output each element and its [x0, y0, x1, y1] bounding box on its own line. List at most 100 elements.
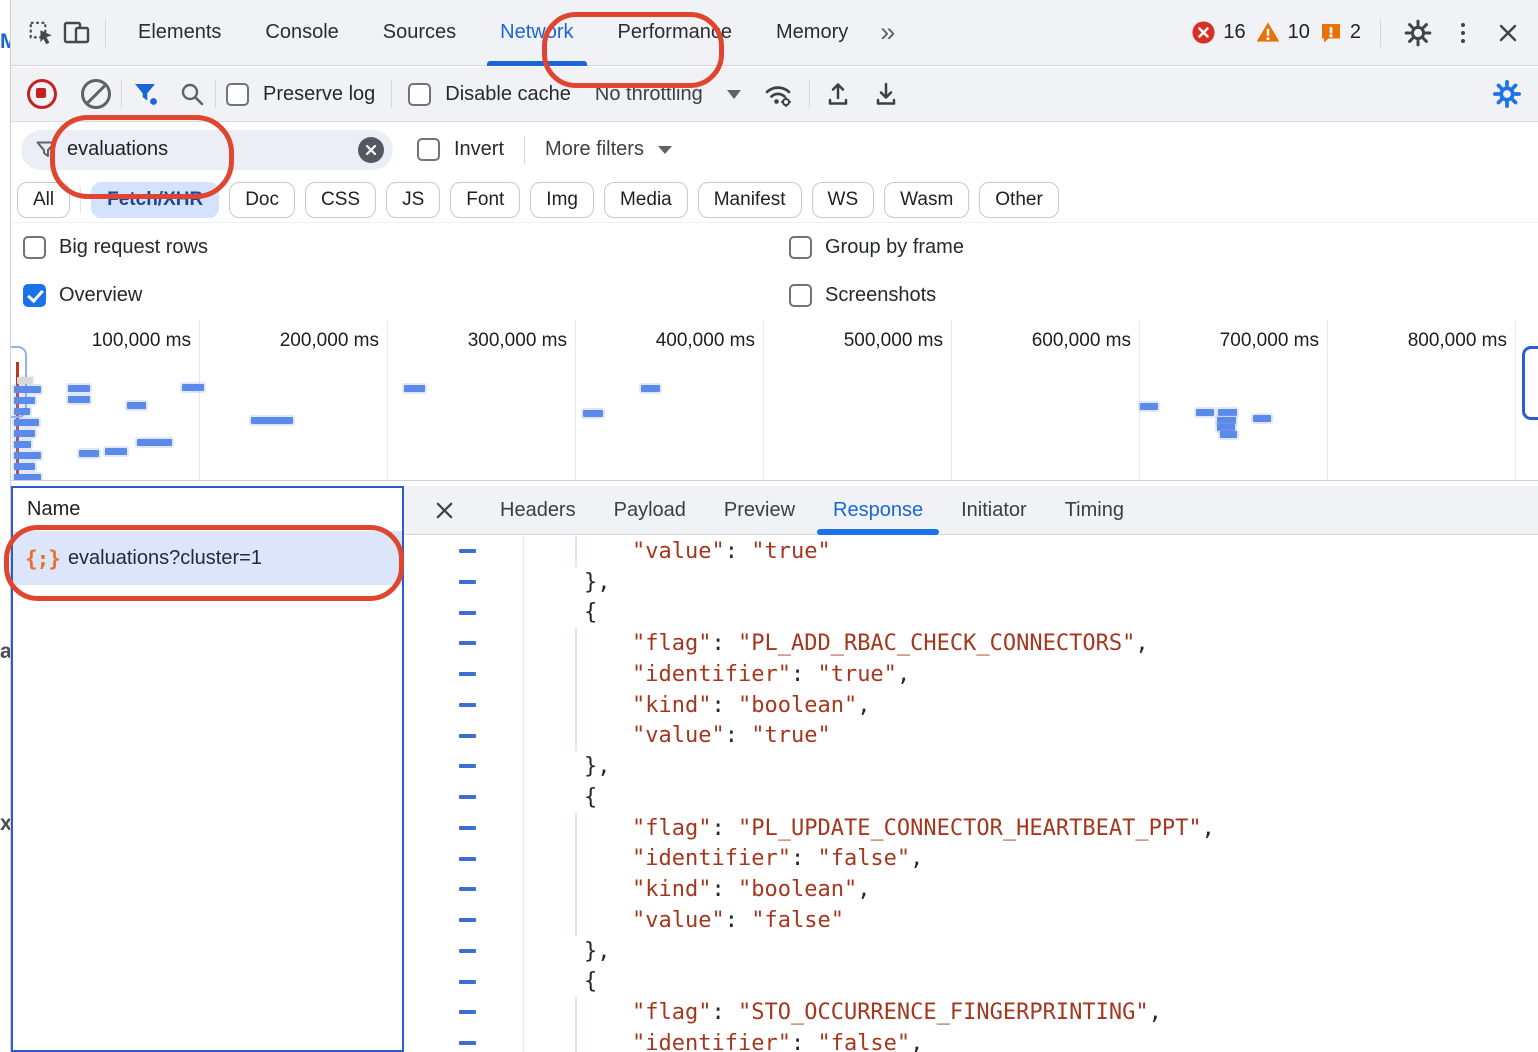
- timeline-request-bar: [79, 450, 99, 457]
- filter-funnel-icon: [35, 140, 57, 160]
- fold-marker-icon[interactable]: [459, 826, 476, 830]
- tab-memory[interactable]: Memory: [754, 0, 870, 66]
- chip-css[interactable]: CSS: [305, 182, 376, 218]
- fold-marker-icon[interactable]: [459, 641, 476, 645]
- chip-all[interactable]: All: [17, 182, 70, 218]
- code-text: "flag": "STO_OCCURRENCE_FINGERPRINTING",: [524, 997, 1538, 1028]
- device-toolbar-icon[interactable]: [59, 15, 95, 51]
- fold-marker-icon[interactable]: [459, 580, 476, 584]
- chip-other[interactable]: Other: [979, 182, 1059, 218]
- timeline-request-bar: [68, 385, 90, 392]
- fold-marker-icon[interactable]: [459, 549, 476, 553]
- fold-marker-icon[interactable]: [459, 795, 476, 799]
- export-har-icon[interactable]: [872, 80, 900, 108]
- chip-doc[interactable]: Doc: [229, 182, 295, 218]
- detail-tab-payload[interactable]: Payload: [595, 486, 705, 535]
- overview-checkbox[interactable]: [23, 284, 46, 307]
- error-badge[interactable]: 16: [1191, 20, 1245, 45]
- chip-wasm[interactable]: Wasm: [884, 182, 969, 218]
- screenshots-option[interactable]: Screenshots: [789, 284, 936, 307]
- fold-marker-icon[interactable]: [459, 672, 476, 676]
- fold-marker-icon[interactable]: [459, 949, 476, 953]
- filter-icon[interactable]: [132, 81, 159, 107]
- inspect-element-icon[interactable]: [23, 15, 59, 51]
- tab-console[interactable]: Console: [243, 0, 360, 66]
- chip-img[interactable]: Img: [530, 182, 594, 218]
- tab-network[interactable]: Network: [478, 0, 595, 66]
- chip-ws[interactable]: WS: [812, 182, 875, 218]
- detail-tab-preview[interactable]: Preview: [705, 486, 814, 535]
- warning-badge[interactable]: 10: [1255, 20, 1310, 45]
- code-line: {: [404, 967, 1538, 998]
- more-filters-button[interactable]: More filters: [545, 138, 644, 161]
- detail-tab-response[interactable]: Response: [814, 486, 942, 535]
- timeline-request-bar: [1217, 424, 1235, 431]
- big-request-rows-checkbox[interactable]: [23, 236, 46, 259]
- timeline-request-bar: [1218, 409, 1237, 416]
- invert-checkbox[interactable]: [417, 138, 440, 161]
- name-column-header[interactable]: Name: [13, 488, 402, 532]
- chip-media[interactable]: Media: [604, 182, 688, 218]
- settings-gear-icon[interactable]: [1400, 15, 1436, 51]
- throttling-caret-icon[interactable]: [727, 90, 741, 99]
- clear-network-log-icon[interactable]: [81, 79, 111, 109]
- request-row[interactable]: {;}evaluations?cluster=1: [13, 532, 402, 585]
- fold-marker-icon[interactable]: [459, 980, 476, 984]
- fold-marker-icon[interactable]: [459, 734, 476, 738]
- close-devtools-icon[interactable]: [1490, 15, 1526, 51]
- more-filters-caret-icon[interactable]: [658, 146, 672, 154]
- chip-font[interactable]: Font: [450, 182, 520, 218]
- fold-marker-icon[interactable]: [459, 1010, 476, 1014]
- devtools-screenshot: Max ElementsConsoleSourcesNetworkPerform…: [0, 0, 1538, 1052]
- chip-manifest[interactable]: Manifest: [698, 182, 802, 218]
- preserve-log-label: Preserve log: [263, 83, 375, 106]
- detail-tab-headers[interactable]: Headers: [481, 486, 595, 535]
- network-overview-timeline[interactable]: 100,000 ms200,000 ms300,000 ms400,000 ms…: [11, 320, 1538, 481]
- screenshots-checkbox[interactable]: [789, 284, 812, 307]
- detail-tab-initiator[interactable]: Initiator: [942, 486, 1046, 535]
- filter-query-text[interactable]: evaluations: [67, 138, 168, 161]
- code-line: },: [404, 567, 1538, 598]
- close-detail-icon[interactable]: [434, 500, 455, 521]
- network-conditions-icon[interactable]: [761, 79, 795, 109]
- chip-fetch-xhr[interactable]: Fetch/XHR: [91, 182, 219, 218]
- more-panels-icon[interactable]: »: [870, 17, 905, 48]
- fold-marker-icon[interactable]: [459, 764, 476, 768]
- big-request-rows-option[interactable]: Big request rows: [23, 236, 208, 259]
- fold-marker-icon[interactable]: [459, 918, 476, 922]
- tab-performance[interactable]: Performance: [596, 0, 755, 66]
- overview-option[interactable]: Overview: [23, 284, 142, 307]
- fold-marker-icon[interactable]: [459, 611, 476, 615]
- issues-icon: [1319, 21, 1343, 45]
- warning-icon: [1255, 20, 1281, 45]
- response-body-viewer[interactable]: "value": "true"},{"flag": "PL_ADD_RBAC_C…: [404, 536, 1538, 1052]
- kebab-menu-icon[interactable]: [1445, 15, 1481, 51]
- timeline-tick-label: 500,000 ms: [783, 330, 943, 352]
- tab-sources[interactable]: Sources: [361, 0, 478, 66]
- import-har-icon[interactable]: [824, 80, 852, 108]
- group-by-frame-option[interactable]: Group by frame: [789, 236, 964, 259]
- requests-panel: Name {;}evaluations?cluster=1: [11, 486, 404, 1052]
- fold-marker-icon[interactable]: [459, 857, 476, 861]
- warning-count: 10: [1288, 21, 1310, 44]
- filter-input[interactable]: evaluations: [21, 130, 393, 170]
- detail-tab-timing[interactable]: Timing: [1046, 486, 1143, 535]
- issues-badge[interactable]: 2: [1319, 21, 1361, 45]
- fold-marker-icon[interactable]: [459, 1041, 476, 1045]
- throttling-select[interactable]: No throttling: [595, 83, 703, 106]
- fold-marker-icon[interactable]: [459, 703, 476, 707]
- preserve-log-checkbox[interactable]: [226, 83, 249, 106]
- network-settings-gear-icon[interactable]: [1492, 79, 1522, 109]
- timeline-request-bar: [404, 385, 425, 392]
- tab-elements[interactable]: Elements: [116, 0, 243, 66]
- chip-js[interactable]: JS: [386, 182, 440, 218]
- timeline-right-grip[interactable]: [1522, 346, 1538, 420]
- clear-filter-icon[interactable]: [358, 137, 384, 163]
- group-by-frame-checkbox[interactable]: [789, 236, 812, 259]
- code-text: },: [524, 751, 1538, 782]
- record-network-log-icon[interactable]: [27, 79, 57, 109]
- code-line: "flag": "PL_ADD_RBAC_CHECK_CONNECTORS",: [404, 628, 1538, 659]
- fold-marker-icon[interactable]: [459, 887, 476, 891]
- search-icon[interactable]: [179, 81, 205, 107]
- disable-cache-checkbox[interactable]: [408, 83, 431, 106]
